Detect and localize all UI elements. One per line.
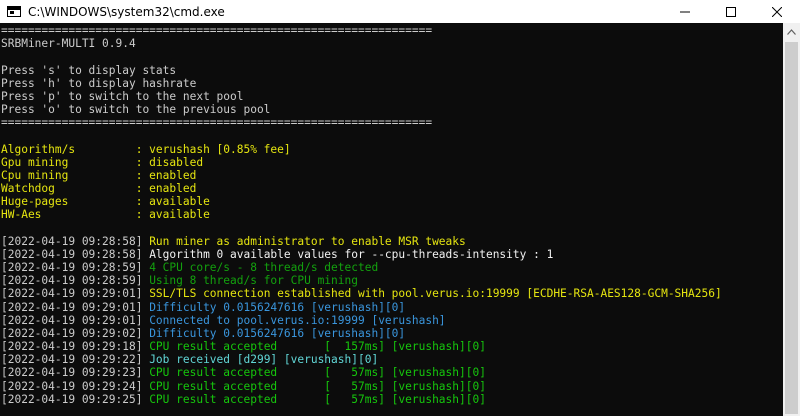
- console-text: CPU result accepted [ 57ms] [verushash][…: [149, 379, 486, 393]
- console-text: Algorithm 0 available values for --cpu-t…: [149, 247, 554, 261]
- console-text: ========================================…: [1, 116, 433, 130]
- log-timestamp: [2022-04-19 09:29:23]: [1, 366, 150, 380]
- log-timestamp: [2022-04-19 09:29:01]: [1, 287, 150, 301]
- console-app-icon[interactable]: [7, 6, 21, 17]
- console-output[interactable]: ========================================…: [1, 23, 783, 416]
- log-timestamp: [2022-04-19 09:29:01]: [1, 300, 150, 314]
- log-timestamp: [2022-04-19 09:28:59]: [1, 261, 150, 275]
- console-text: Watchdog : enabled: [1, 182, 197, 196]
- console-text: CPU result accepted [ 57ms] [verushash][…: [149, 366, 486, 380]
- console-text: Press 'h' to display hashrate: [1, 76, 197, 90]
- minimize-icon: [680, 11, 690, 12]
- maximize-icon: [726, 6, 736, 17]
- vertical-scrollbar[interactable]: [783, 23, 800, 416]
- console-text: SSL/TLS connection established with pool…: [149, 287, 722, 301]
- close-button[interactable]: [754, 0, 800, 23]
- console-text: Difficulty 0.0156247616 [verushash][0]: [149, 326, 406, 340]
- title-bar[interactable]: C:\WINDOWS\system32\cmd.exe: [0, 0, 800, 23]
- minimize-button[interactable]: [662, 0, 708, 23]
- console-line: Watchdog : enabled: [1, 182, 783, 195]
- console-line: [2022-04-19 09:29:02] Difficulty 0.01562…: [1, 327, 783, 340]
- scroll-up-arrow-icon: [787, 28, 796, 35]
- log-timestamp: [2022-04-19 09:29:02]: [1, 326, 150, 340]
- log-timestamp: [2022-04-19 09:29:01]: [1, 313, 150, 327]
- console-text: Press 'p' to switch to the next pool: [1, 89, 244, 103]
- console-line: [2022-04-19 09:29:18] CPU result accepte…: [1, 340, 783, 353]
- console-text: SRBMiner-MULTI 0.9.4: [1, 37, 136, 51]
- console-line: ========================================…: [1, 116, 783, 129]
- console-line: [2022-04-19 09:28:58] Run miner as admin…: [1, 235, 783, 248]
- console-line: [2022-04-19 09:28:58] Algorithm 0 availa…: [1, 248, 783, 261]
- console-line: [2022-04-19 09:29:25] CPU result accepte…: [1, 393, 783, 406]
- console-line: Cpu mining : enabled: [1, 169, 783, 182]
- console-text: Gpu mining : disabled: [1, 155, 204, 169]
- scrollbar-thumb[interactable]: [785, 42, 798, 414]
- console-line: Huge-pages : available: [1, 195, 783, 208]
- console-line: Algorithm/s : verushash [0.85% fee]: [1, 143, 783, 156]
- console-line: HW-Aes : available: [1, 208, 783, 221]
- log-timestamp: [2022-04-19 09:28:59]: [1, 274, 150, 288]
- console-line: Press 'o' to switch to the previous pool: [1, 103, 783, 116]
- console-text: Difficulty 0.0156247616 [verushash][0]: [149, 300, 406, 314]
- console-text: Cpu mining : enabled: [1, 168, 197, 182]
- console-line: [2022-04-19 09:28:59] Using 8 thread/s f…: [1, 274, 783, 287]
- console-line: ========================================…: [1, 24, 783, 37]
- console-line: Gpu mining : disabled: [1, 156, 783, 169]
- log-timestamp: [2022-04-19 09:29:22]: [1, 353, 150, 367]
- console-line: [2022-04-19 09:29:01] Connected to pool.…: [1, 314, 783, 327]
- console-text: CPU result accepted [ 57ms] [verushash][…: [149, 392, 486, 406]
- log-timestamp: [2022-04-19 09:28:58]: [1, 247, 150, 261]
- console-text: Huge-pages : available: [1, 195, 210, 209]
- console-line: [2022-04-19 09:29:01] Difficulty 0.01562…: [1, 301, 783, 314]
- close-icon: [772, 6, 782, 17]
- console-line: [2022-04-19 09:29:24] CPU result accepte…: [1, 380, 783, 393]
- console-text: Press 'o' to switch to the previous pool: [1, 103, 271, 117]
- console-line: Press 'p' to switch to the next pool: [1, 90, 783, 103]
- console-line: [2022-04-19 09:28:59] 4 CPU core/s - 8 t…: [1, 261, 783, 274]
- console-line: SRBMiner-MULTI 0.9.4: [1, 37, 783, 50]
- console-text: Press 's' to display stats: [1, 63, 177, 77]
- console-text: ========================================…: [1, 24, 433, 37]
- console-line: Press 's' to display stats: [1, 64, 783, 77]
- console-line: [2022-04-19 09:29:23] CPU result accepte…: [1, 366, 783, 379]
- log-timestamp: [2022-04-19 09:28:58]: [1, 234, 150, 248]
- window-title: C:\WINDOWS\system32\cmd.exe: [28, 4, 225, 19]
- log-timestamp: [2022-04-19 09:29:18]: [1, 340, 150, 354]
- console-text: Run miner as administrator to enable MSR…: [149, 234, 466, 248]
- console-text: Job received [d299] [verushash][0]: [149, 353, 379, 367]
- maximize-button[interactable]: [708, 0, 754, 23]
- console-text: Using 8 thread/s for CPU mining: [149, 274, 358, 288]
- scroll-up-button[interactable]: [783, 23, 800, 40]
- console-text: Connected to pool.verus.io:19999 [verush…: [149, 313, 446, 327]
- console-line: [2022-04-19 09:29:01] SSL/TLS connection…: [1, 287, 783, 300]
- log-timestamp: [2022-04-19 09:29:25]: [1, 392, 150, 406]
- console-text: Algorithm/s : verushash [0.85% fee]: [1, 142, 291, 156]
- console-text: CPU result accepted [ 157ms] [verushash]…: [149, 340, 486, 354]
- console-text: 4 CPU core/s - 8 thread/s detected: [149, 261, 379, 275]
- console-line: [2022-04-19 09:29:22] Job received [d299…: [1, 353, 783, 366]
- console-window: C:\WINDOWS\system32\cmd.exe ============…: [0, 0, 800, 416]
- console-text: HW-Aes : available: [1, 208, 210, 222]
- log-timestamp: [2022-04-19 09:29:24]: [1, 379, 150, 393]
- console-line: Press 'h' to display hashrate: [1, 77, 783, 90]
